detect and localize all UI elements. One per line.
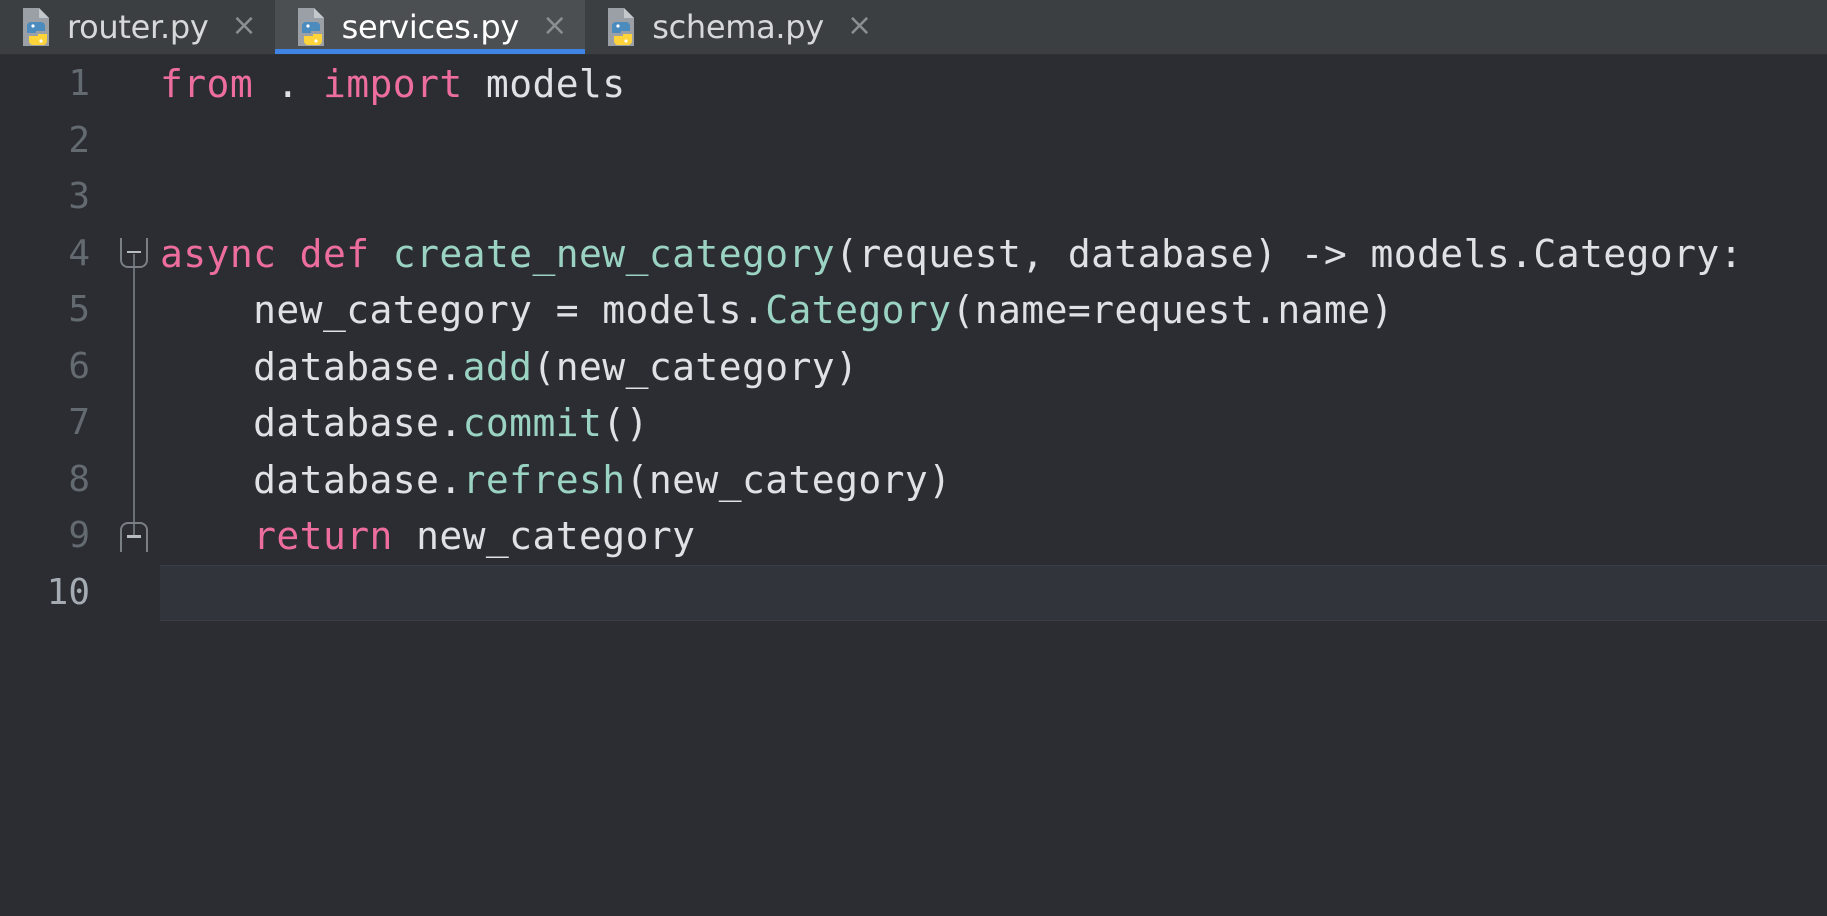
python-file-icon bbox=[20, 7, 54, 47]
code-token-id: database. bbox=[160, 345, 463, 389]
code-line[interactable]: async def create_new_category(request, d… bbox=[160, 226, 1827, 283]
editor-tab-router-py[interactable]: router.py × bbox=[0, 0, 275, 54]
code-token-id: new_category = models. bbox=[160, 288, 765, 332]
code-token-fn: create_new_category bbox=[393, 232, 835, 276]
code-line[interactable]: database.add(new_category) bbox=[160, 339, 1827, 396]
code-line[interactable]: database.commit() bbox=[160, 395, 1827, 452]
code-token-id: (request, database) -> models.Category: bbox=[835, 232, 1743, 276]
code-token-id: (new_category) bbox=[626, 458, 952, 502]
code-token-fn: refresh bbox=[463, 458, 626, 502]
code-line[interactable] bbox=[160, 113, 1827, 170]
code-token-kw: async bbox=[160, 232, 276, 276]
code-editor[interactable]: 12345678910 from . import models async de… bbox=[0, 55, 1827, 916]
editor-tab-bar: router.py × services.py × schema.py × bbox=[0, 0, 1827, 55]
code-token-id: (new_category) bbox=[532, 345, 858, 389]
line-number: 4 bbox=[68, 226, 90, 283]
close-icon[interactable]: × bbox=[847, 11, 872, 44]
editor-tab-label: schema.py bbox=[652, 8, 824, 46]
code-token-kw: import bbox=[323, 62, 463, 106]
python-file-icon bbox=[295, 7, 329, 47]
code-token-id bbox=[300, 62, 323, 106]
code-line[interactable]: return new_category bbox=[160, 508, 1827, 565]
code-token-kw: return bbox=[253, 514, 393, 558]
code-token-id: new_category bbox=[393, 514, 696, 558]
line-number: 6 bbox=[68, 339, 90, 396]
editor-tab-services-py[interactable]: services.py × bbox=[275, 0, 586, 54]
code-token-id bbox=[160, 514, 253, 558]
code-line[interactable]: new_category = models.Category(name=requ… bbox=[160, 282, 1827, 339]
code-token-id: () bbox=[602, 401, 649, 445]
code-token-kw: def bbox=[300, 232, 370, 276]
editor-tab-schema-py[interactable]: schema.py × bbox=[585, 0, 890, 54]
code-token-kw: from bbox=[160, 62, 253, 106]
code-token-id: database. bbox=[160, 401, 463, 445]
editor-tab-label: services.py bbox=[342, 8, 519, 46]
fold-region-connector bbox=[133, 254, 135, 537]
code-token-id bbox=[463, 62, 486, 106]
code-folding-gutter[interactable] bbox=[108, 55, 160, 916]
close-icon[interactable]: × bbox=[232, 11, 257, 44]
line-number: 10 bbox=[47, 565, 90, 622]
line-number: 2 bbox=[68, 113, 90, 170]
code-text-area[interactable]: from . import models async def create_new… bbox=[160, 55, 1827, 916]
code-token-cls: Category bbox=[765, 288, 951, 332]
code-token-id: (name=request.name) bbox=[951, 288, 1393, 332]
code-token-id bbox=[276, 232, 299, 276]
line-number: 9 bbox=[68, 508, 90, 565]
code-line[interactable] bbox=[160, 169, 1827, 226]
editor-tab-label: router.py bbox=[67, 8, 209, 46]
code-line[interactable] bbox=[160, 565, 1827, 622]
code-token-id bbox=[253, 62, 276, 106]
line-number: 8 bbox=[68, 452, 90, 509]
ide-window: router.py × services.py × schema.py × 1234567… bbox=[0, 0, 1827, 916]
code-token-id: database. bbox=[160, 458, 463, 502]
close-icon[interactable]: × bbox=[542, 11, 567, 44]
line-number: 1 bbox=[68, 56, 90, 113]
line-number: 5 bbox=[68, 282, 90, 339]
code-token-id bbox=[370, 232, 393, 276]
fold-collapse-icon[interactable] bbox=[120, 238, 148, 268]
python-file-icon bbox=[605, 7, 639, 47]
code-token-punc: . bbox=[276, 62, 299, 106]
code-line[interactable]: from . import models bbox=[160, 56, 1827, 113]
code-token-fn: commit bbox=[463, 401, 603, 445]
line-number: 7 bbox=[68, 395, 90, 452]
code-token-id: models bbox=[486, 62, 626, 106]
active-tab-indicator bbox=[275, 49, 586, 54]
code-line[interactable]: database.refresh(new_category) bbox=[160, 452, 1827, 509]
line-number-gutter[interactable]: 12345678910 bbox=[0, 55, 108, 916]
line-number: 3 bbox=[68, 169, 90, 226]
code-token-fn: add bbox=[463, 345, 533, 389]
fold-region-end-icon[interactable] bbox=[120, 522, 148, 552]
